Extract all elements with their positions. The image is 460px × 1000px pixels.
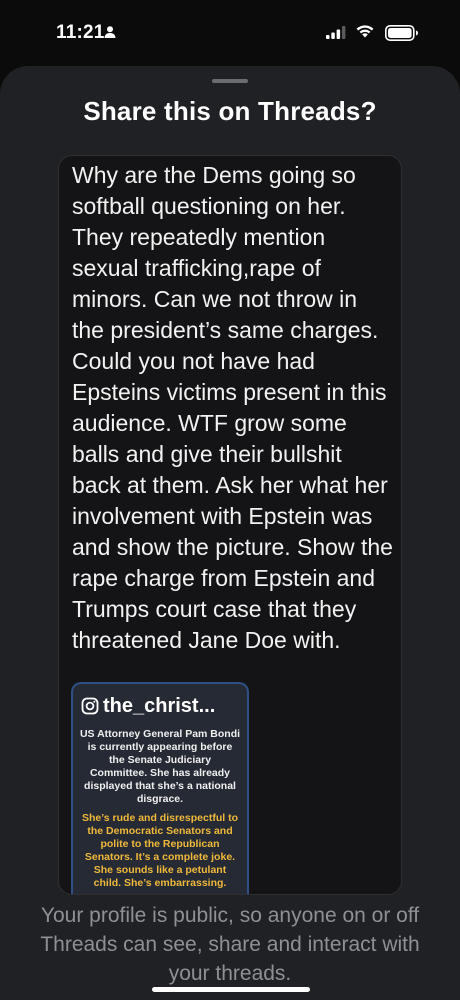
post-preview-card: Why are the Dems going so softball quest… [58,155,402,895]
post-text: Why are the Dems going so softball quest… [72,162,393,653]
embed-text-yellow: She’s rude and disrespectful to the Demo… [82,812,238,889]
signal-icon [326,26,346,39]
battery-icon [385,25,418,41]
wifi-icon [356,25,374,38]
status-time: 11:21 [56,22,105,43]
embed-header: the_christ... [81,692,215,720]
embed-username: the_christ... [103,694,216,717]
share-sheet: Share this on Threads? Why are the Dems … [0,66,460,1000]
home-indicator [152,987,310,992]
privacy-note: Your profile is public, so anyone on or … [40,904,420,985]
sheet-grabber-handle[interactable] [212,79,248,83]
embed-text-white: US Attorney General Pam Bondi is current… [79,728,241,805]
person-icon [104,26,116,38]
status-bar: 11:21 [0,0,460,62]
embed-body: US Attorney General Pam Bondi is current… [79,728,241,890]
embedded-instagram-post: the_christ... US Attorney General Pam Bo… [71,682,249,894]
instagram-icon [81,697,99,715]
sheet-title: Share this on Threads? [83,96,377,126]
